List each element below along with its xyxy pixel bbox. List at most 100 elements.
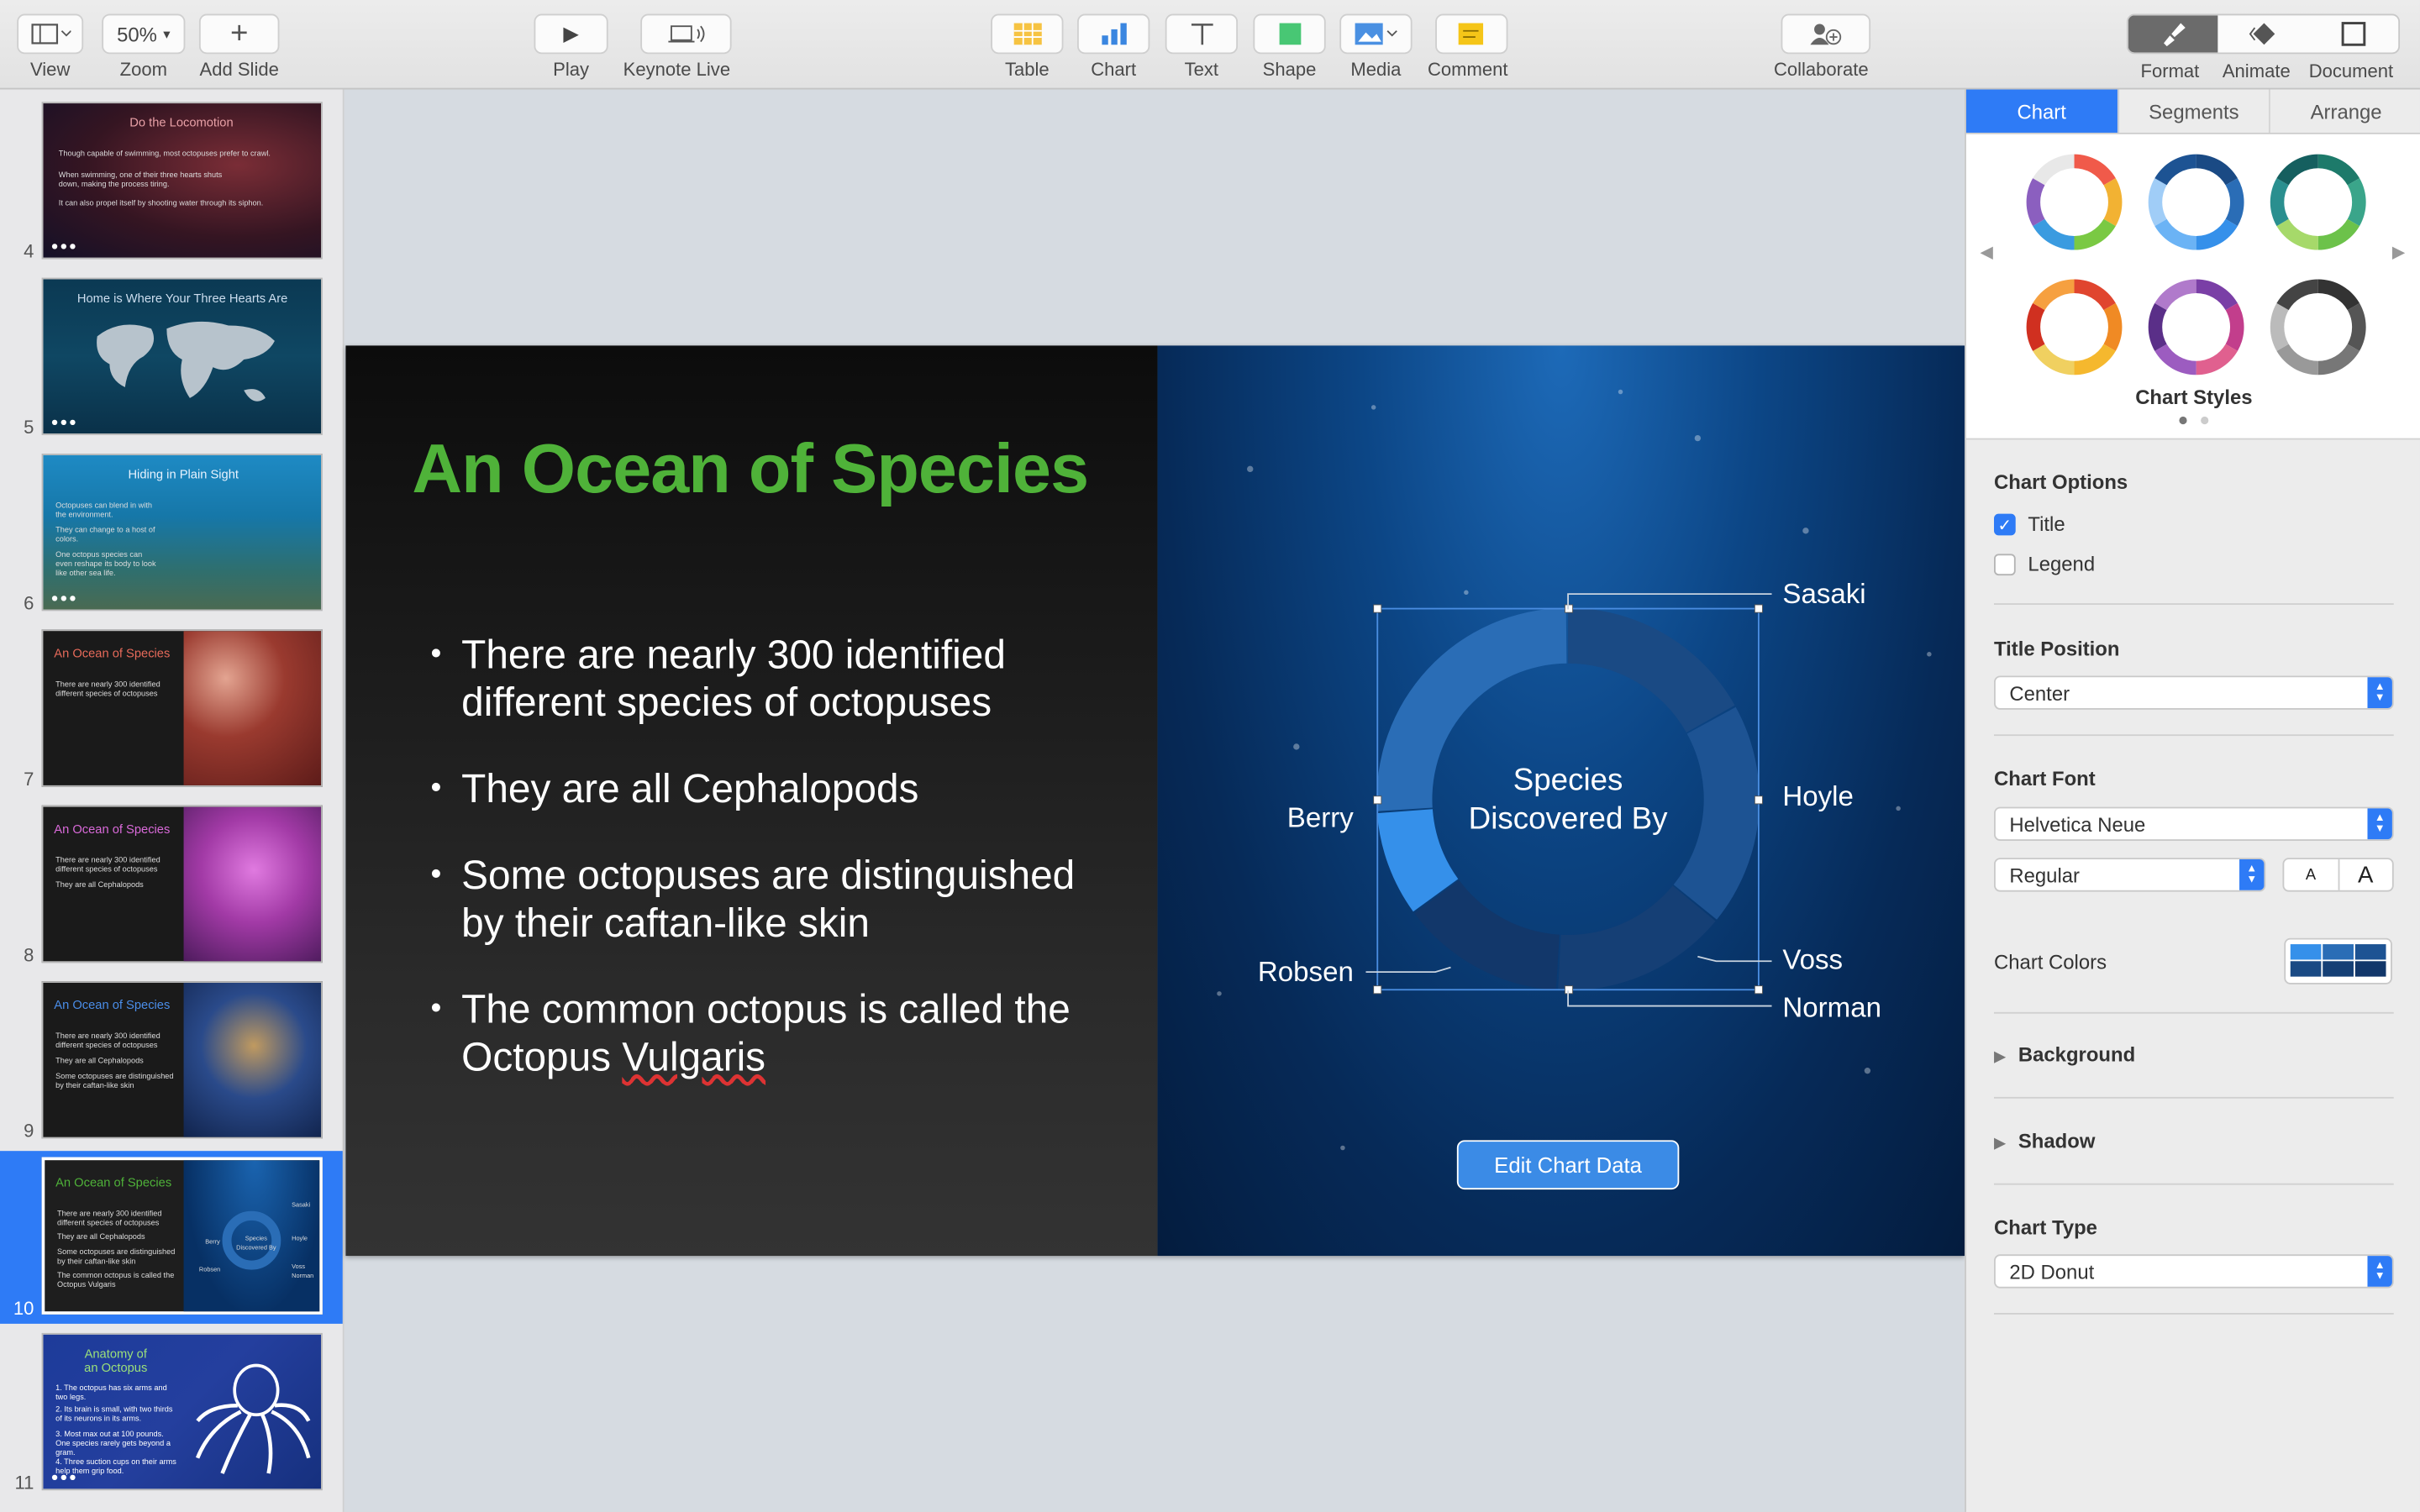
shadow-label: Shadow: [2018, 1129, 2096, 1153]
comment-control[interactable]: Comment: [1428, 13, 1507, 81]
chart-label: Norman: [1782, 991, 1881, 1023]
chart-style-swatch[interactable]: [2270, 154, 2366, 250]
shadow-disclosure[interactable]: ▶ Shadow: [1994, 1129, 2095, 1152]
slide-thumbnail-6[interactable]: 6 Hiding in Plain Sight Octopuses can bl…: [0, 450, 343, 626]
tab-chart[interactable]: Chart: [1965, 89, 2119, 133]
octopus-photo: [183, 982, 322, 1137]
slide-thumbnail-11[interactable]: 11 Anatomy of an Octopus 1. The octopus …: [0, 1330, 343, 1505]
shape-button[interactable]: [1253, 13, 1326, 55]
media-control[interactable]: Media: [1339, 13, 1413, 81]
legend-checkbox[interactable]: [1994, 554, 2016, 576]
slide-preview: Anatomy of an Octopus 1. The octopus has…: [41, 1332, 323, 1491]
add-slide-control[interactable]: + Add Slide: [198, 13, 280, 81]
page-dot[interactable]: [2201, 416, 2209, 425]
chart-style-swatch[interactable]: [2026, 279, 2123, 375]
swatch-segment: [2276, 218, 2318, 250]
thumb-line: Octopuses can blend in with the environm…: [55, 501, 153, 520]
bullet-list[interactable]: There are nearly 300 identified differen…: [430, 631, 1125, 1120]
slide-thumbnail-10[interactable]: 10 Species Discovered By Sasaki Berry Ho…: [0, 1151, 343, 1324]
tab-arrange[interactable]: Arrange: [2270, 90, 2420, 133]
chart-styles-label: Chart Styles: [2135, 386, 2253, 409]
bar-chart-icon: [1101, 23, 1126, 45]
edit-chart-data-button[interactable]: Edit Chart Data: [1456, 1140, 1680, 1190]
swatch-segment: [2276, 344, 2318, 375]
slide-title[interactable]: An Ocean of Species: [412, 429, 1089, 510]
chevron-left-icon[interactable]: ◀: [1980, 242, 1993, 262]
table-button[interactable]: [991, 13, 1064, 55]
chart-type-value: 2D Donut: [2009, 1259, 2095, 1284]
shape-control[interactable]: Shape: [1253, 13, 1326, 81]
comment-button[interactable]: [1434, 13, 1507, 55]
format-inspector: Chart Segments Arrange ◀ ▶ Chart Styles …: [1965, 89, 2420, 1512]
swatch-segment: [2033, 218, 2075, 250]
document-button[interactable]: [2308, 15, 2398, 52]
thumb-line: There are nearly 300 identified differen…: [56, 1209, 162, 1229]
slide-thumbnail-9[interactable]: 9 An Ocean of Species There are nearly 3…: [0, 978, 343, 1153]
swatch-segment: [2148, 178, 2167, 227]
title-checkbox-label: Title: [2028, 512, 2065, 536]
font-family-select[interactable]: Helvetica Neue ▲ ▼: [1994, 806, 2394, 842]
chart-style-swatch[interactable]: [2148, 154, 2244, 250]
collaborate-control[interactable]: Collaborate: [1772, 13, 1871, 81]
keynote-live-button[interactable]: [640, 13, 732, 55]
chart-label: Chart: [1091, 58, 1137, 81]
stepper-icon: ▲ ▼: [2367, 808, 2392, 840]
slide-thumbnail-8[interactable]: 8 An Ocean of Species There are nearly 3…: [0, 802, 343, 978]
text-button[interactable]: [1165, 13, 1239, 55]
title-checkbox[interactable]: ✓: [1994, 513, 2016, 536]
sidebar-icon[interactable]: [17, 13, 84, 55]
view-control[interactable]: View: [17, 13, 84, 81]
format-button[interactable]: [2128, 15, 2218, 53]
chart-style-swatch[interactable]: [2270, 279, 2366, 375]
chart-style-swatch[interactable]: [2148, 279, 2244, 375]
collaborate-button[interactable]: [1781, 13, 1871, 55]
swatch-segment: [2074, 279, 2116, 311]
zoom-dropdown[interactable]: 50% ▾: [102, 13, 186, 55]
slide-thumbnail-4[interactable]: 4 Do the Locomotion Though capable of sw…: [0, 99, 343, 275]
play-icon: ▶: [563, 21, 579, 45]
title-position-select[interactable]: Center ▲ ▼: [1994, 675, 2394, 710]
color-swatch: [2290, 944, 2386, 977]
media-label: Media: [1350, 58, 1402, 81]
chart-control[interactable]: Chart: [1077, 13, 1150, 81]
chart-type-select[interactable]: 2D Donut ▲ ▼: [1994, 1254, 2394, 1289]
zoom-control[interactable]: 50% ▾ Zoom: [102, 13, 186, 81]
font-style-select[interactable]: Regular ▲ ▼: [1994, 858, 2266, 892]
slide-thumbnail-5[interactable]: 5 Home is Where Your Three Hearts Are ●●…: [0, 275, 343, 450]
swatch-segment: [2026, 302, 2045, 351]
text-panel: An Ocean of Species There are nearly 300…: [345, 345, 1158, 1257]
chart-button[interactable]: [1077, 13, 1150, 55]
decrease-font-size-button[interactable]: A: [2284, 859, 2339, 890]
chart-label: Hoyle: [1782, 780, 1854, 812]
table-control[interactable]: Table: [991, 13, 1064, 81]
swatch-segment: [2317, 218, 2360, 250]
play-control[interactable]: ▶ Play: [534, 13, 608, 81]
play-button[interactable]: ▶: [534, 13, 608, 55]
chart-style-swatches[interactable]: [2012, 144, 2383, 375]
more-icon: ●●●: [50, 415, 78, 429]
format-label: Format: [2140, 60, 2200, 82]
font-style-value: Regular: [2009, 863, 2081, 887]
slide-preview: An Ocean of Species There are nearly 300…: [41, 981, 323, 1139]
tab-segments[interactable]: Segments: [2118, 89, 2271, 133]
background-disclosure[interactable]: ▶ Background: [1994, 1043, 2135, 1067]
paintbrush-icon: [2164, 23, 2186, 47]
swatch-segment: [2074, 154, 2116, 186]
mini-label: Norman: [292, 1271, 314, 1279]
increase-font-size-button[interactable]: A: [2339, 859, 2392, 890]
media-button[interactable]: [1339, 13, 1413, 55]
disclosure-triangle-icon: ▶: [1994, 1048, 2007, 1067]
divider: [1994, 1011, 2394, 1014]
chart-colors-well[interactable]: [2284, 937, 2392, 984]
add-slide-button[interactable]: +: [198, 13, 280, 55]
animate-button[interactable]: [2218, 15, 2308, 52]
slide-thumbnail-7[interactable]: 7 An Ocean of Species There are nearly 3…: [0, 627, 343, 802]
chevron-right-icon[interactable]: ▶: [2392, 242, 2406, 262]
font-family-value: Helvetica Neue: [2009, 812, 2146, 836]
document-label: Document: [2308, 60, 2394, 82]
keynote-live-control[interactable]: Keynote Live: [622, 13, 732, 81]
stepper-icon: ▲ ▼: [2239, 859, 2265, 890]
text-control[interactable]: Text: [1165, 13, 1239, 81]
page-dot-active[interactable]: [2179, 416, 2187, 425]
chart-style-swatch[interactable]: [2026, 154, 2123, 250]
